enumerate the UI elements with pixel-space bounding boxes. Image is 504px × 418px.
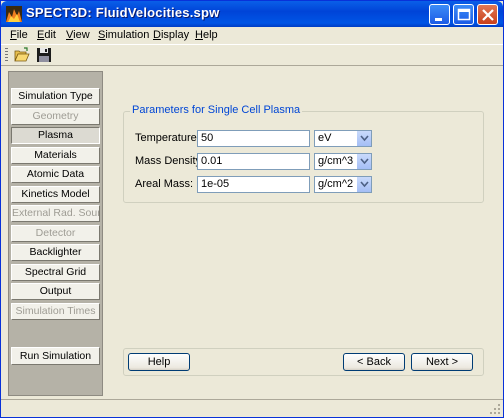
menu-display[interactable]: Display: [153, 29, 189, 41]
resize-grip-icon[interactable]: [489, 403, 501, 415]
sidebar-item-plasma[interactable]: Plasma: [11, 127, 100, 144]
sidebar-item-output[interactable]: Output: [11, 283, 100, 300]
sidebar-item-backlighter[interactable]: Backlighter: [11, 244, 100, 261]
temperature-unit-value: eV: [318, 132, 332, 144]
window-title: SPECT3D: FluidVelocities.spw: [26, 5, 220, 20]
temperature-unit-select[interactable]: eV: [314, 130, 372, 147]
close-icon: [482, 9, 494, 21]
chevron-down-icon[interactable]: [356, 154, 371, 169]
close-button[interactable]: [477, 4, 498, 25]
areal-mass-unit-value: g/cm^2: [318, 178, 354, 190]
menu-help[interactable]: Help: [195, 29, 218, 41]
menu-edit[interactable]: Edit: [37, 29, 56, 41]
maximize-button[interactable]: [453, 4, 474, 25]
sidebar-item-simulation-times: Simulation Times: [11, 303, 100, 320]
sidebar-item-kinetics-model[interactable]: Kinetics Model: [11, 186, 100, 203]
sidebar-item-simulation-type[interactable]: Simulation Type: [11, 88, 100, 105]
status-bar: [1, 399, 503, 417]
title-bar[interactable]: SPECT3D: FluidVelocities.spw: [1, 1, 503, 27]
areal-mass-input[interactable]: 1e-05: [197, 176, 310, 193]
chevron-down-icon[interactable]: [356, 177, 371, 192]
maximize-icon: [457, 8, 471, 21]
sidebar-item-atomic-data[interactable]: Atomic Data: [11, 166, 100, 183]
app-window: SPECT3D: FluidVelocities.spw File Edit V…: [0, 0, 504, 418]
run-simulation-button[interactable]: Run Simulation: [11, 347, 100, 365]
sidebar-item-detector: Detector: [11, 225, 100, 242]
group-title: Parameters for Single Cell Plasma: [130, 104, 303, 116]
single-cell-plasma-group: Parameters for Single Cell Plasma Temper…: [123, 104, 484, 203]
sidebar-item-spectral-grid[interactable]: Spectral Grid: [11, 264, 100, 281]
spect3d-app-icon: [6, 6, 22, 22]
help-button[interactable]: Help: [128, 353, 190, 371]
plasma-panel: Parameters for Single Cell Plasma Temper…: [107, 71, 496, 396]
next-button[interactable]: Next >: [411, 353, 473, 371]
toolbar-grip[interactable]: [5, 48, 8, 63]
temperature-label: Temperature:: [135, 132, 200, 144]
wizard-nav-bar: Help < Back Next >: [123, 348, 484, 376]
menu-bar: File Edit View Simulation Display Help: [1, 27, 503, 44]
chevron-down-icon[interactable]: [356, 131, 371, 146]
mass-density-input[interactable]: 0.01: [197, 153, 310, 170]
areal-mass-label: Areal Mass:: [135, 178, 194, 190]
areal-mass-unit-select[interactable]: g/cm^2: [314, 176, 372, 193]
minimize-icon: [435, 18, 442, 21]
menu-file[interactable]: File: [10, 29, 28, 41]
temperature-input[interactable]: 50: [197, 130, 310, 147]
mass-density-unit-select[interactable]: g/cm^3: [314, 153, 372, 170]
menu-simulation[interactable]: Simulation: [98, 29, 149, 41]
sidebar-item-materials[interactable]: Materials: [11, 147, 100, 164]
mass-density-unit-value: g/cm^3: [318, 155, 354, 167]
toolbar: [1, 44, 503, 66]
menu-view[interactable]: View: [66, 29, 90, 41]
minimize-button[interactable]: [429, 4, 450, 25]
mass-density-label: Mass Density:: [135, 155, 205, 167]
sidebar-item-geometry: Geometry: [11, 108, 100, 125]
wizard-sidebar: Simulation Type Geometry Plasma Material…: [8, 71, 103, 396]
save-disk-icon[interactable]: [36, 47, 52, 63]
open-folder-icon[interactable]: [14, 47, 30, 63]
back-button[interactable]: < Back: [343, 353, 405, 371]
sidebar-item-external-rad-source: External Rad. Source: [11, 205, 100, 222]
